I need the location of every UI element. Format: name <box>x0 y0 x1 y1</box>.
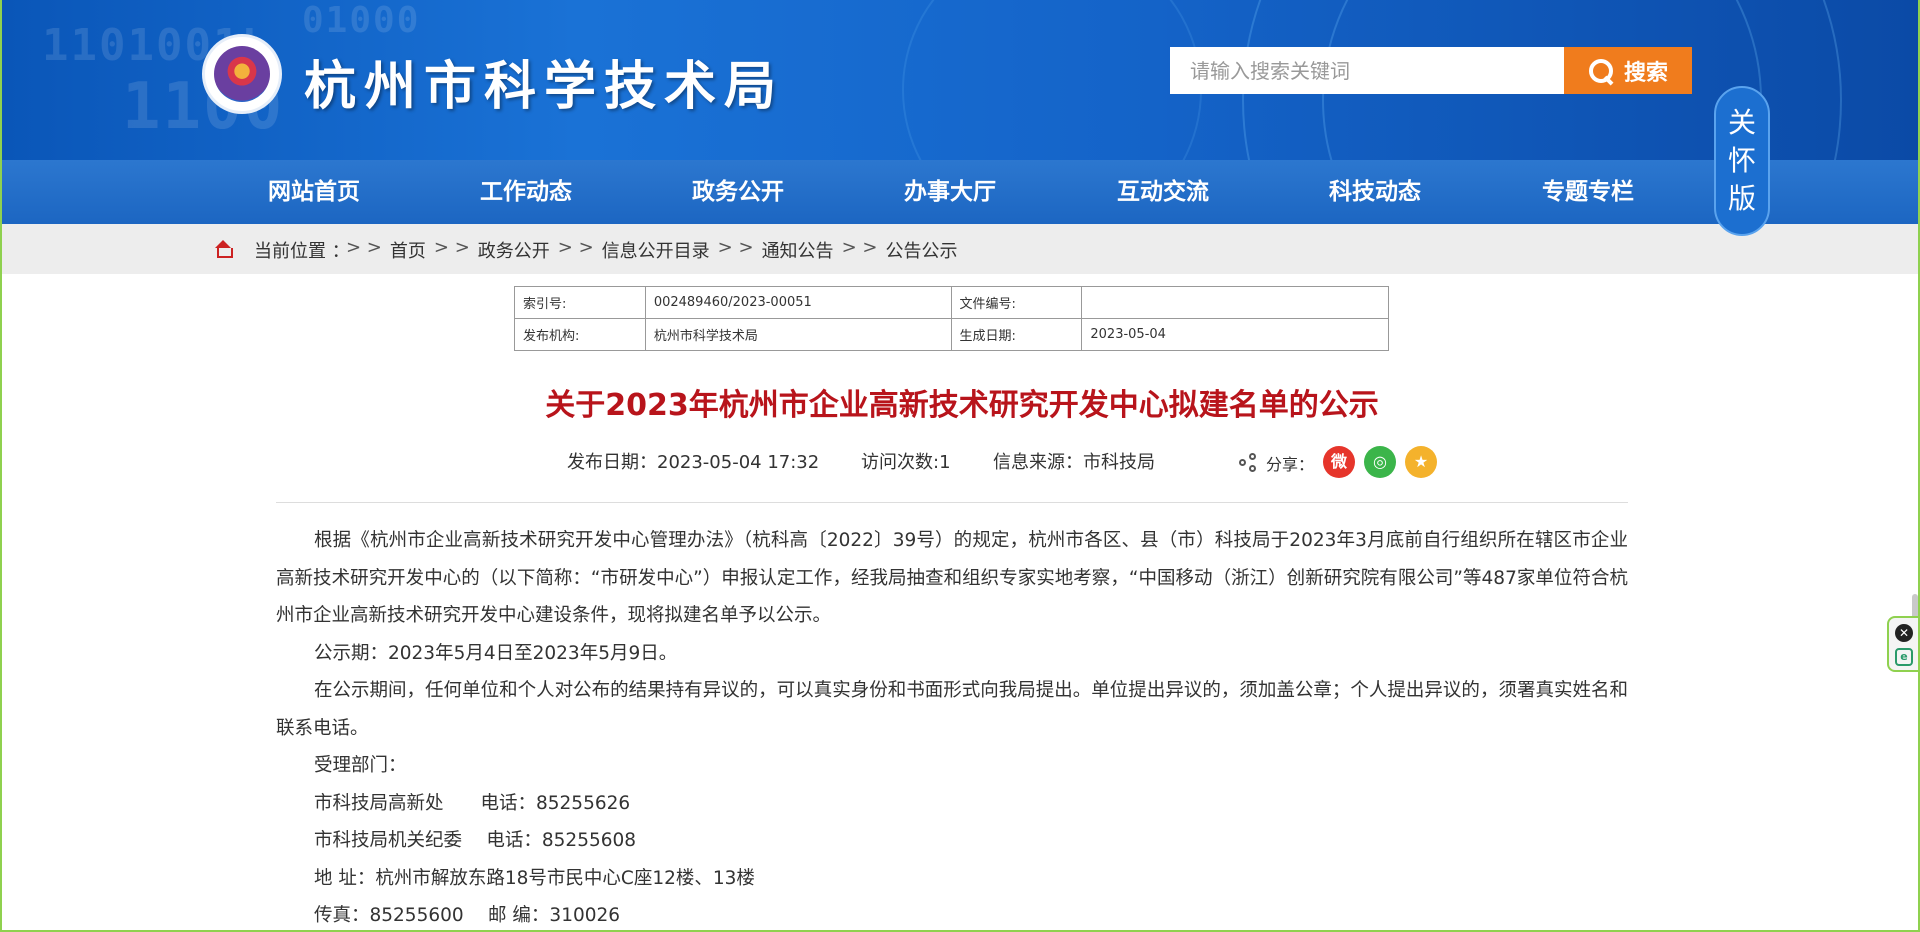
breadcrumb-trail: > > 首页 > > 政务公开 > > 信息公开目录 > > 通知公告 > > … <box>338 237 957 263</box>
meta-label: 索引号: <box>514 286 646 319</box>
floating-side-widget: ✕ e <box>1887 616 1918 672</box>
article-paragraph: 在公示期间，任何单位和个人对公布的结果持有异议的，可以真实身份和书面形式向我局提… <box>276 680 1628 739</box>
banner-decoration <box>902 0 1202 160</box>
content-divider <box>276 502 1628 503</box>
care-mode-char: 版 <box>1727 182 1756 215</box>
search-box <box>1170 47 1564 94</box>
share-label: 分享： <box>1266 455 1315 474</box>
breadcrumb-separator: > > <box>841 237 878 258</box>
banner-decoration: 01000 <box>302 0 421 41</box>
info-source: 信息来源：市科技局 <box>993 452 1155 473</box>
meta-value <box>1081 286 1389 319</box>
meta-label: 生成日期: <box>950 318 1083 351</box>
care-mode-char: 关 <box>1727 106 1756 139</box>
article-paragraph: 市科技局高新处 电话：85255626 <box>314 792 631 814</box>
meta-value: 002489460/2023-00051 <box>644 286 952 319</box>
meta-value: 2023-05-04 <box>1081 318 1389 351</box>
breadcrumb-label: 当前位置 ： <box>254 241 350 262</box>
weibo-share-icon[interactable]: 微 <box>1323 446 1355 478</box>
nav-item-work-news[interactable]: 工作动态 <box>446 160 606 224</box>
site-title[interactable]: 杭州市科学技术局 <box>304 44 784 119</box>
care-mode-button[interactable]: 关 怀 版 <box>1714 86 1770 236</box>
close-icon[interactable]: ✕ <box>1895 624 1913 642</box>
home-icon[interactable] <box>213 240 233 258</box>
article-paragraph: 传真：85255600 邮 编：310026 <box>314 905 621 926</box>
wechat-share-icon[interactable]: ◎ <box>1364 446 1396 478</box>
nav-item-interaction[interactable]: 互动交流 <box>1083 160 1243 224</box>
breadcrumb: 当前位置 ： > > 首页 > > 政务公开 > > 信息公开目录 > > 通知… <box>2 224 1918 274</box>
breadcrumb-item-catalog[interactable]: 信息公开目录 <box>602 237 710 263</box>
table-row: 索引号: 002489460/2023-00051 文件编号: <box>514 286 1389 319</box>
article-paragraph: 公示期：2023年5月4日至2023年5月9日。 <box>314 642 678 664</box>
search-button-label: 搜索 <box>1623 60 1668 86</box>
publish-date: 发布日期：2023-05-04 17:32 <box>567 452 820 473</box>
logo-emblem-icon <box>214 46 270 102</box>
share-icon <box>1239 453 1259 472</box>
table-row: 发布机构: 杭州市科学技术局 生成日期: 2023-05-04 <box>514 318 1389 351</box>
nav-item-service-hall[interactable]: 办事大厅 <box>870 160 1030 224</box>
breadcrumb-separator: > > <box>557 237 594 258</box>
meta-label: 文件编号: <box>950 286 1083 319</box>
care-mode-char: 怀 <box>1727 144 1756 177</box>
search-icon <box>1588 58 1614 84</box>
search-input[interactable] <box>1170 47 1564 94</box>
meta-value: 杭州市科学技术局 <box>644 318 952 351</box>
site-logo[interactable] <box>202 34 282 114</box>
visit-count: 访问次数:1 <box>861 452 951 473</box>
breadcrumb-separator: > > <box>346 237 382 258</box>
article-paragraph: 根据《杭州市企业高新技术研究开发中心管理办法》（杭科高〔2022〕39号）的规定… <box>276 530 1628 626</box>
search-button[interactable]: 搜索 <box>1564 47 1692 94</box>
nav-item-gov-affairs[interactable]: 政务公开 <box>658 160 818 224</box>
main-nav: 网站首页 工作动态 政务公开 办事大厅 互动交流 科技动态 专题专栏 <box>2 160 1918 224</box>
nav-item-tech-news[interactable]: 科技动态 <box>1295 160 1455 224</box>
widget-app-icon[interactable]: e <box>1895 648 1913 666</box>
article-title: 关于2023年杭州市企业高新技术研究开发中心拟建名单的公示 <box>545 388 1379 423</box>
breadcrumb-separator: > > <box>717 237 754 258</box>
article-paragraph: 市科技局机关纪委 电话：85255608 <box>314 830 637 851</box>
article-body: 根据《杭州市企业高新技术研究开发中心管理办法》（杭科高〔2022〕39号）的规定… <box>276 522 1628 930</box>
article-paragraph: 地 址：杭州市解放东路18号市民中心C座12楼、13楼 <box>314 867 755 889</box>
nav-item-special-topics[interactable]: 专题专栏 <box>1508 160 1668 224</box>
breadcrumb-item-home[interactable]: 首页 <box>390 237 426 263</box>
breadcrumb-item-gov-affairs[interactable]: 政务公开 <box>478 237 550 263</box>
breadcrumb-item-notices[interactable]: 通知公告 <box>762 237 834 263</box>
browser-frame: 1101001L 1100 01000 杭州市科学技术局 搜索 关 怀 版 网站… <box>0 0 1920 932</box>
favorite-star-icon[interactable]: ★ <box>1405 446 1437 478</box>
document-meta-table: 索引号: 002489460/2023-00051 文件编号: 发布机构: 杭州… <box>514 286 1389 351</box>
breadcrumb-separator: > > <box>433 237 470 258</box>
article-paragraph: 受理部门： <box>314 755 407 776</box>
nav-item-home[interactable]: 网站首页 <box>234 160 394 224</box>
breadcrumb-item-announcements[interactable]: 公告公示 <box>885 237 957 263</box>
meta-label: 发布机构: <box>514 318 646 351</box>
